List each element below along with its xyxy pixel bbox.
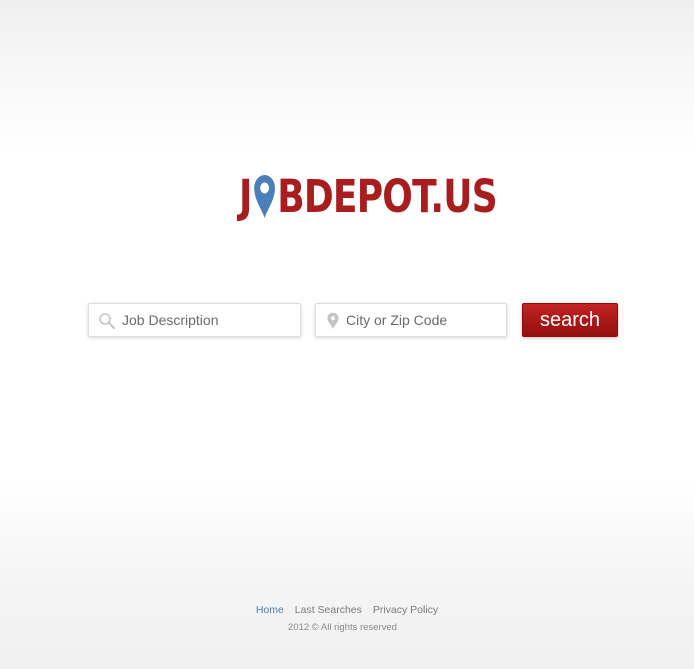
location-input[interactable] bbox=[346, 304, 496, 336]
footer-link-privacy-policy[interactable]: Privacy Policy bbox=[373, 604, 438, 616]
footer-nav: Home Last Searches Privacy Policy bbox=[0, 604, 694, 616]
site-logo[interactable]: J BDEPOT.US bbox=[239, 170, 498, 223]
footer-link-home[interactable]: Home bbox=[256, 604, 284, 616]
search-button[interactable]: search bbox=[522, 303, 618, 337]
location-pin-icon bbox=[325, 312, 343, 330]
footer-link-last-searches[interactable]: Last Searches bbox=[295, 604, 362, 616]
logo-text-start: J bbox=[239, 170, 252, 223]
search-icon bbox=[98, 312, 116, 330]
copyright-text: 2012 © All rights reserved bbox=[288, 622, 397, 633]
location-field[interactable] bbox=[315, 303, 507, 337]
map-pin-icon bbox=[252, 172, 276, 220]
job-description-input[interactable] bbox=[122, 304, 293, 336]
logo-text-end: BDEPOT.US bbox=[277, 170, 497, 223]
job-description-field[interactable] bbox=[88, 303, 301, 337]
